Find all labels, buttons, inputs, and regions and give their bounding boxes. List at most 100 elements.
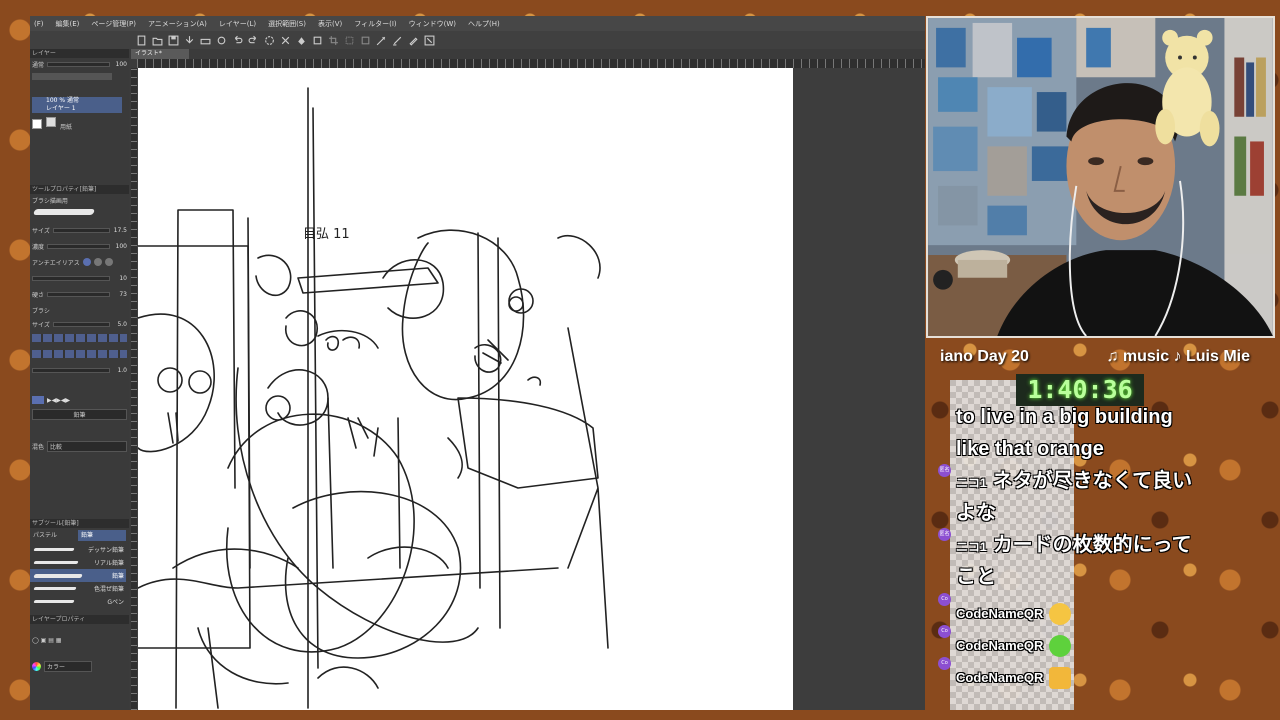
param-slider[interactable]	[47, 243, 110, 249]
param-value[interactable]: 1.0	[113, 367, 127, 374]
chat-message: ニコ1 カードの枚数的にって	[956, 529, 1192, 563]
menu-item-file[interactable]: (F)	[34, 20, 44, 28]
layer-property-icons: ◯ ▣ ▤ ▦	[32, 635, 127, 645]
param-slider[interactable]	[32, 367, 110, 373]
drawing-canvas[interactable]: 目弘 11	[137, 68, 793, 710]
param-row-antialias: アンチエイリアス	[32, 257, 127, 267]
clear-icon[interactable]	[280, 35, 291, 46]
menu-item-view[interactable]: 表示(V)	[318, 19, 342, 29]
layer-color-select[interactable]: カラー	[44, 660, 92, 672]
texture-grid[interactable]	[32, 350, 127, 358]
opacity-value[interactable]: 100	[113, 61, 127, 68]
mix-mode-select[interactable]: 比較	[47, 440, 127, 452]
pencil-sketch: 目弘 11	[137, 87, 609, 709]
canvas-area[interactable]: 目弘 11	[137, 68, 925, 710]
export-icon[interactable]	[184, 35, 195, 46]
layer-tools-row	[32, 71, 127, 81]
webcam-feed	[926, 16, 1275, 338]
tool-property-header: ツールプロパティ[鉛筆]	[30, 185, 129, 194]
flow-selected[interactable]	[32, 396, 44, 404]
sub-tool-item[interactable]: リアル鉛筆	[30, 556, 126, 569]
param-value[interactable]: 73	[113, 291, 127, 298]
chat-message: CodeNameQR	[956, 630, 1072, 662]
print-icon[interactable]	[200, 35, 211, 46]
selection-icon[interactable]	[344, 35, 355, 46]
save-icon[interactable]	[168, 35, 179, 46]
pen-check-icon[interactable]	[376, 35, 387, 46]
param-row-hardness: 硬さ 73	[32, 289, 127, 299]
pen-tool-icon[interactable]	[408, 35, 419, 46]
chat-badge-co: Co	[938, 593, 951, 606]
chat-message: like that orange	[956, 438, 1104, 460]
deselect-icon[interactable]	[360, 35, 371, 46]
mix-mode-row: 混色 比較	[32, 440, 127, 452]
pen-edit-icon[interactable]	[392, 35, 403, 46]
sub-tool-item-selected[interactable]: 鉛筆	[30, 569, 126, 582]
chat-badge-anon: 匿名	[938, 528, 951, 541]
param-slider[interactable]	[32, 275, 110, 281]
param-value[interactable]: 10	[113, 275, 127, 282]
new-file-icon[interactable]	[136, 35, 147, 46]
layer-tool-buttons[interactable]	[32, 72, 112, 80]
transform-icon[interactable]	[312, 35, 323, 46]
menu-item-window[interactable]: ウィンドウ(W)	[409, 19, 456, 29]
menu-item-edit[interactable]: 編集(E)	[56, 19, 80, 29]
param-label: アンチエイリアス	[32, 259, 80, 267]
chat-message: ニコ1 ネタが尽きなくて良い	[956, 465, 1192, 499]
mix-mode-label: 混色	[32, 443, 45, 451]
ink-flow-row: ▶◀▶◀▶	[32, 395, 127, 405]
flow-arrows-icon[interactable]: ▶◀▶◀▶	[47, 397, 127, 404]
sub-tool-item[interactable]: 色混ぜ鉛筆	[30, 582, 126, 595]
param-row-size: サイズ 17.5	[32, 225, 127, 235]
effect-icons[interactable]: ◯ ▣ ▤ ▦	[32, 637, 61, 644]
layer-panel-header: レイヤー	[30, 49, 129, 58]
settings-icon[interactable]	[216, 35, 227, 46]
opacity-slider[interactable]	[47, 61, 110, 67]
param-row-misc: 10	[32, 273, 127, 283]
param-slider[interactable]	[52, 321, 110, 327]
open-file-icon[interactable]	[152, 35, 163, 46]
paper-layer-label[interactable]: 用紙	[60, 122, 72, 131]
param-row-brush-size: サイズ 5.0	[32, 319, 127, 329]
redo-icon[interactable]	[248, 35, 259, 46]
chat-badge-anon: 匿名	[938, 464, 951, 477]
param-row-density: 濃度 100	[32, 241, 127, 251]
sub-tool-tab-pencil[interactable]: 鉛筆	[78, 530, 126, 541]
chat-username: CodeNameQR	[956, 606, 1044, 621]
pencil-group-button[interactable]: 鉛筆	[32, 408, 127, 420]
menu-item-filter[interactable]: フィルター(I)	[354, 19, 396, 29]
param-slider[interactable]	[47, 291, 110, 297]
menu-item-animation[interactable]: アニメーション(A)	[148, 19, 207, 29]
brush-preview	[32, 209, 96, 215]
grinning-emoji-icon	[1049, 603, 1072, 625]
loading-icon[interactable]	[264, 35, 275, 46]
menu-item-selection[interactable]: 選択範囲(S)	[268, 19, 306, 29]
crop-icon[interactable]	[328, 35, 339, 46]
undo-icon[interactable]	[232, 35, 243, 46]
color-wheel-icon	[32, 661, 41, 671]
antialias-options[interactable]	[82, 258, 113, 266]
sub-tool-item[interactable]: Gペン	[30, 595, 126, 608]
ruler-tool-icon[interactable]	[424, 35, 435, 46]
sub-tool-item[interactable]: デッサン鉛筆	[30, 543, 126, 556]
param-value[interactable]: 5.0	[113, 321, 127, 328]
chat-username: CodeNameQR	[956, 638, 1044, 653]
chat-message: よな	[956, 502, 996, 524]
layer-item-label: 100 % 通常 レイヤー 1	[46, 97, 79, 112]
blend-mode-select[interactable]: 通常	[32, 60, 44, 69]
texture-grid-row-2	[32, 349, 127, 359]
thumbs-up-emoji-icon	[1049, 667, 1072, 689]
texture-grid[interactable]	[32, 334, 127, 342]
menu-item-page[interactable]: ページ管理(P)	[91, 19, 136, 29]
menu-item-layer[interactable]: レイヤー(L)	[219, 19, 256, 29]
param-value[interactable]: 17.5	[113, 227, 127, 234]
sub-tool-tab-pastel[interactable]: パステル	[30, 530, 78, 541]
stream-ticker: iano Day 20 ♫ music ♪ Luis Mie	[940, 348, 1250, 370]
menu-item-help[interactable]: ヘルプ(H)	[468, 19, 500, 29]
param-slider[interactable]	[52, 227, 110, 233]
param-value[interactable]: 100	[113, 243, 127, 250]
fill-icon[interactable]	[296, 35, 307, 46]
param-label: ブラシ	[32, 307, 50, 315]
chat-text: カードの枚数的にって	[992, 534, 1192, 556]
document-tab[interactable]: イラスト*	[131, 49, 189, 59]
